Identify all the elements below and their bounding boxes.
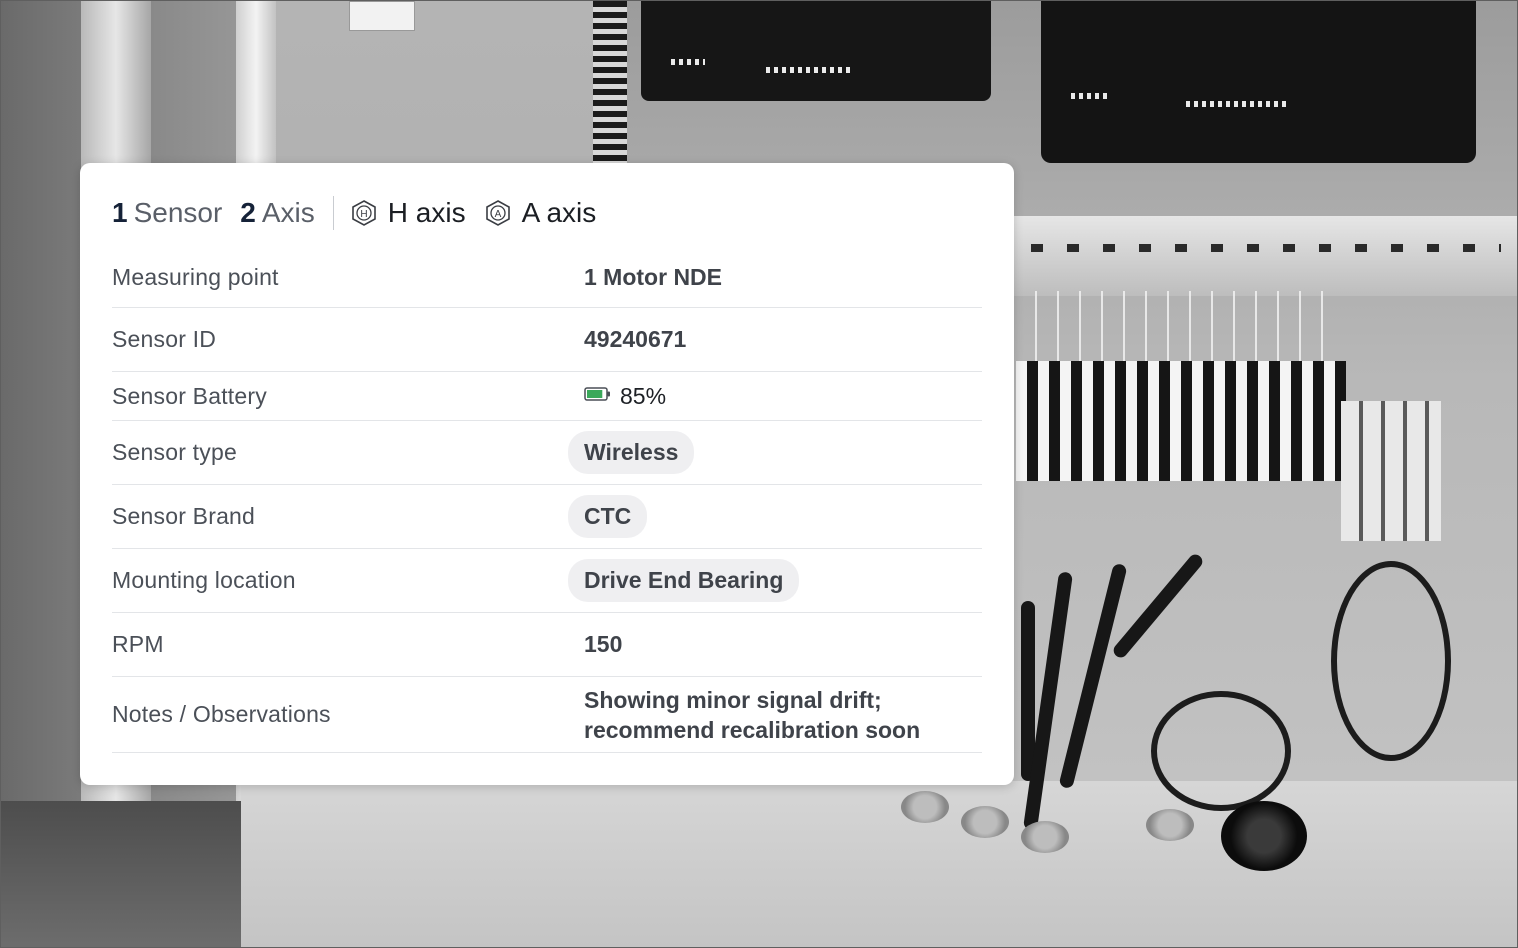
gateway-device: [1041, 1, 1476, 163]
rpm-label: RPM: [112, 631, 164, 657]
notes-label: Notes / Observations: [112, 701, 331, 727]
terminal-blocks: [1016, 361, 1346, 481]
axis-count: 2 Axis: [240, 197, 314, 229]
sensor-count: 1 Sensor: [112, 197, 222, 229]
row-rpm: RPM 150: [112, 613, 982, 677]
row-sensor-type: Sensor type Wireless: [112, 421, 982, 485]
sensor-battery-label: Sensor Battery: [112, 382, 267, 409]
row-sensor-battery: Sensor Battery 85%: [112, 372, 982, 421]
label-sticker: [349, 1, 415, 31]
sensor-count-value: 1: [112, 197, 128, 228]
row-measuring-point: Measuring point 1 Motor NDE: [112, 248, 982, 308]
cable-gland: [1221, 801, 1307, 871]
sensor-type-label: Sensor type: [112, 439, 237, 465]
notes-value: Showing minor signal drift; recommend re…: [584, 685, 920, 745]
measuring-point-label: Measuring point: [112, 264, 279, 290]
row-sensor-brand: Sensor Brand CTC: [112, 485, 982, 549]
terminal-blocks: [1341, 401, 1441, 541]
sensor-count-label: Sensor: [133, 197, 223, 228]
sensor-id-label: Sensor ID: [112, 326, 217, 352]
axis-count-label: Axis: [261, 197, 315, 228]
sensor-brand-label: Sensor Brand: [112, 503, 256, 529]
sensor-type-tag: Wireless: [568, 431, 695, 474]
details-list: Measuring point 1 Motor NDE Sensor ID 49…: [112, 248, 982, 753]
sensor-info-card: 1 Sensor 2 Axis H H axis A A axis Measur…: [80, 163, 1014, 785]
mounting-location-label: Mounting location: [112, 567, 296, 593]
header-divider: [332, 196, 334, 230]
cabinet-base: [241, 781, 1517, 947]
notes-line-1: Showing minor signal drift;: [584, 686, 882, 713]
mounting-location-tag: Drive End Bearing: [568, 559, 800, 602]
svg-text:H: H: [360, 209, 367, 220]
mounting-shelf: [1011, 216, 1517, 296]
row-mounting-location: Mounting location Drive End Bearing: [112, 549, 982, 613]
rpm-value: 150: [584, 631, 623, 657]
notes-line-2: recommend recalibration soon: [584, 716, 921, 743]
axis-count-value: 2: [240, 197, 256, 228]
measuring-point-value: 1 Motor NDE: [584, 264, 722, 290]
row-sensor-id: Sensor ID 49240671: [112, 308, 982, 372]
axis-item-a[interactable]: A A axis: [484, 197, 597, 229]
h-axis-hexagon-icon: H: [350, 199, 378, 227]
sensor-id-value: 49240671: [584, 326, 687, 352]
a-axis-hexagon-icon: A: [484, 199, 512, 227]
gateway-device: [641, 1, 991, 101]
card-header: 1 Sensor 2 Axis H H axis A A axis: [112, 196, 596, 230]
sensor-battery-value: 85%: [620, 382, 667, 409]
sensor-brand-tag: CTC: [568, 495, 648, 538]
row-notes: Notes / Observations Showing minor signa…: [112, 677, 982, 753]
a-axis-label: A axis: [521, 197, 597, 228]
svg-text:A: A: [494, 209, 501, 220]
battery-icon: [584, 386, 612, 407]
din-rail: [593, 1, 627, 171]
axis-item-h[interactable]: H H axis: [350, 197, 466, 229]
wires: [1021, 291, 1341, 371]
h-axis-label: H axis: [387, 197, 466, 228]
battery-status: 85%: [584, 383, 666, 410]
